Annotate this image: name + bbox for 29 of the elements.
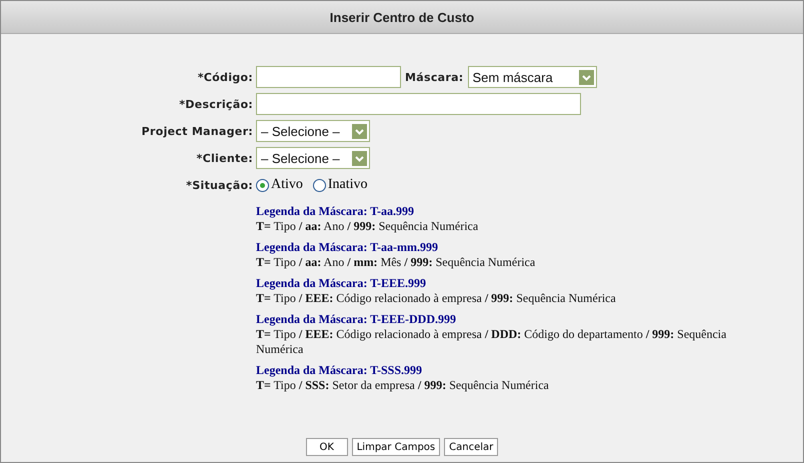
field-label: *Cliente: [196,152,253,164]
legend-title: Legenda da Máscara: T-SSS.999 [256,363,424,378]
legend-text: T= Tipo / EEE: Código relacionado à empresa / 999: Sequência Numérica [256,291,617,306]
window-title: Inserir Centro de Custo [1,1,803,34]
field-label: Project Manager: [142,124,253,138]
legend-text: T= Tipo / EEE: Código relacionado à empresa / DDD: Código do departamento / 999: Sequência Numérica [256,327,728,357]
radio-icon[interactable] [256,178,269,192]
text-field[interactable] [256,93,581,115]
legend-text: T= Tipo / SSS: Setor da empresa / 999: Sequência Numérica [256,378,550,393]
dropdown-select[interactable]: – Selecione – [256,120,370,142]
form-button[interactable]: Cancelar [444,438,498,456]
radio-option[interactable]: Ativo [256,177,303,193]
field-label: *Código: [198,70,253,84]
text-field[interactable] [256,66,401,88]
field-label: *Situação: [186,178,253,192]
legend-text: T= Tipo / aa: Ano / mm: Mês / 999: Sequência Numérica [256,255,536,270]
field-label: Máscara: [405,70,464,84]
mask-select[interactable]: Sem máscara [468,66,597,88]
legend-title: Legenda da Máscara: T-aa-mm.999 [256,240,439,255]
dropdown-select[interactable]: – Selecione – [256,147,370,169]
radio-icon[interactable] [312,178,326,192]
legend-title: Legenda da Máscara: T-aa.999 [256,204,416,219]
field-label: *Descrição: [179,98,253,110]
legend-text: T= Tipo / aa: Ano / 999: Sequência Numérica [256,219,480,234]
radio-option[interactable]: Inativo [312,177,368,193]
legend-title: Legenda da Máscara: T-EEE.999 [256,276,428,291]
form-button[interactable]: Limpar Campos [352,438,440,456]
form-button[interactable]: OK [306,438,348,456]
legend-title: Legenda da Máscara: T-EEE-DDD.999 [256,312,458,327]
